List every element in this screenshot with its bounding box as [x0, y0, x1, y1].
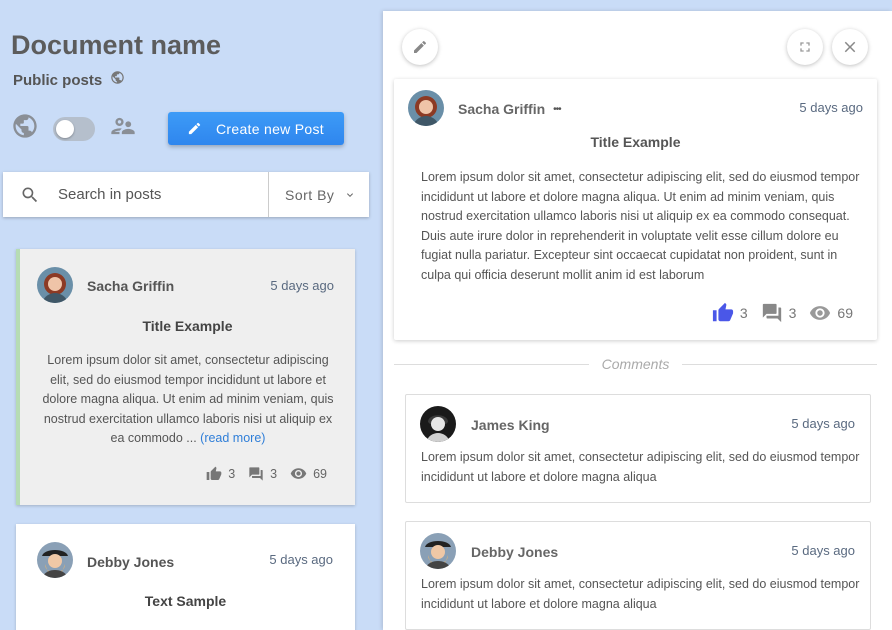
post-time: 5 days ago: [270, 278, 334, 293]
views-count: 69: [313, 466, 327, 481]
read-more-link[interactable]: (read more): [200, 431, 265, 445]
visibility-row: Public posts: [13, 70, 125, 90]
create-post-label: Create new Post: [216, 120, 324, 137]
comments-stat[interactable]: 3: [248, 466, 277, 482]
visibility-label: Public posts: [13, 71, 103, 89]
post-detail-panel: Sacha Griffin ••• 5 days ago Title Examp…: [383, 11, 892, 630]
avatar: [408, 90, 444, 126]
close-button[interactable]: [832, 29, 868, 65]
views-stat: 69: [809, 302, 853, 324]
avatar: [37, 542, 73, 578]
detail-time: 5 days ago: [799, 100, 863, 115]
views-stat: 69: [290, 465, 327, 482]
detail-body: Lorem ipsum dolor sit amet, consectetur …: [421, 170, 860, 282]
detail-stats: 3 3 69: [699, 302, 853, 324]
divider-line: [682, 363, 877, 365]
sort-label: Sort By: [285, 186, 335, 203]
post-author: Sacha Griffin: [87, 278, 175, 294]
sort-dropdown[interactable]: Sort By: [268, 172, 356, 217]
post-excerpt: Lorem ipsum dolor sit amet, consectetur …: [37, 351, 339, 449]
eye-icon: [810, 306, 831, 320]
comment-body: Lorem ipsum dolor sit amet, consectetur …: [421, 577, 860, 611]
post-title: Text Sample: [144, 593, 227, 609]
comment-card: Debby Jones 5 days ago Lorem ipsum dolor…: [405, 521, 871, 630]
comment-author: James King: [471, 417, 550, 433]
fullscreen-button[interactable]: [787, 29, 823, 65]
create-post-button[interactable]: Create new Post: [168, 112, 344, 145]
chevron-down-icon: [344, 189, 356, 201]
comments-stat[interactable]: 3: [761, 302, 797, 324]
edit-button[interactable]: [402, 29, 438, 65]
detail-author: Sacha Griffin: [458, 101, 546, 117]
close-icon: [844, 41, 856, 53]
post-title: Title Example: [142, 318, 233, 334]
avatar: [420, 406, 456, 442]
comment-icon: [249, 466, 263, 481]
pencil-icon: [414, 40, 427, 53]
post-stats: 3 3 69: [193, 465, 327, 482]
more-options-icon[interactable]: •••: [553, 104, 561, 115]
likes-count: 3: [739, 305, 748, 321]
avatar: [420, 533, 456, 569]
pencil-icon: [187, 121, 202, 136]
posts-panel: Document name Public posts Create new Po…: [0, 0, 383, 630]
likes-count: 3: [228, 466, 236, 481]
toggle-knob: [56, 119, 74, 138]
visibility-toggle[interactable]: [53, 116, 95, 141]
detail-author-row: Sacha Griffin •••: [458, 101, 562, 117]
thumb-up-icon: [712, 302, 733, 322]
likes-stat[interactable]: 3: [206, 466, 235, 482]
comments-count: 3: [270, 466, 278, 481]
globe-icon: [110, 70, 125, 90]
comment-time: 5 days ago: [791, 416, 855, 431]
comment-time: 5 days ago: [791, 543, 855, 558]
post-card[interactable]: Sacha Griffin 5 days ago Title Example L…: [16, 249, 355, 505]
search-icon: [20, 185, 40, 205]
detail-title: Title Example: [590, 134, 681, 150]
comment-icon: [762, 303, 781, 323]
document-title: Document name: [11, 30, 222, 60]
comments-count: 3: [788, 305, 797, 321]
comments-label: Comments: [601, 356, 670, 372]
post-card[interactable]: Debby Jones 5 days ago Text Sample: [16, 524, 355, 630]
comment-body: Lorem ipsum dolor sit amet, consectetur …: [421, 450, 860, 484]
group-icon[interactable]: [109, 112, 137, 145]
avatar: [37, 267, 73, 303]
post-excerpt-text: Lorem ipsum dolor sit amet, consectetur …: [42, 353, 334, 445]
search-bar: Sort By: [3, 172, 369, 217]
post-detail-card: Sacha Griffin ••• 5 days ago Title Examp…: [394, 79, 877, 340]
comments-divider: Comments: [394, 355, 877, 373]
thumb-up-icon: [206, 466, 222, 480]
comment-card: James King 5 days ago Lorem ipsum dolor …: [405, 394, 871, 503]
search-input[interactable]: [58, 186, 263, 203]
comment-author: Debby Jones: [471, 544, 559, 560]
public-globe-icon[interactable]: [11, 112, 39, 145]
post-time: 5 days ago: [269, 552, 333, 567]
views-count: 69: [837, 305, 853, 321]
likes-stat[interactable]: 3: [712, 302, 748, 324]
divider-line: [394, 363, 589, 365]
post-author: Debby Jones: [87, 554, 175, 570]
fullscreen-icon: [800, 42, 810, 52]
eye-icon: [290, 468, 307, 479]
visibility-controls: [11, 112, 137, 145]
